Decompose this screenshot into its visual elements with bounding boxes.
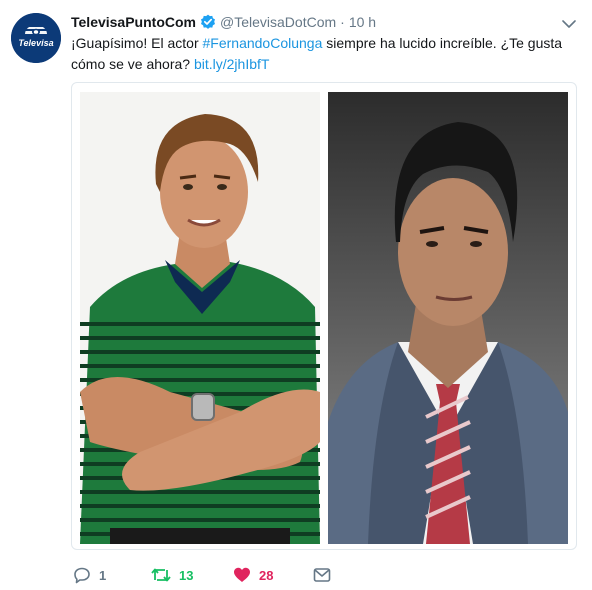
- url-link[interactable]: bit.ly/2jhIbfT: [194, 56, 269, 72]
- tweet-header: TelevisaPuntoCom @TelevisaDotCom · 10 h: [71, 13, 376, 31]
- tweet-text-part1: ¡Guapísimo! El actor: [71, 35, 203, 51]
- author-handle[interactable]: @TelevisaDotCom: [220, 14, 336, 30]
- then-photo[interactable]: [80, 92, 320, 544]
- verified-badge-icon: [200, 14, 216, 30]
- tweet-media[interactable]: [71, 82, 577, 550]
- tweet-card: Televisa TelevisaPuntoCom @TelevisaDotCo…: [0, 0, 592, 590]
- separator-dot: ·: [340, 14, 345, 30]
- reply-count: 1: [99, 567, 107, 583]
- svg-text:Televisa: Televisa: [18, 38, 53, 48]
- heart-icon: [234, 567, 250, 582]
- hashtag-link[interactable]: #FernandoColunga: [203, 35, 323, 51]
- avatar[interactable]: Televisa: [11, 13, 61, 63]
- retweet-icon: [151, 568, 171, 582]
- televisa-logo: Televisa: [11, 13, 61, 63]
- tweet-actions: 1 13 28: [71, 565, 371, 585]
- direct-message-button[interactable]: [313, 565, 331, 585]
- reply-button[interactable]: 1: [73, 565, 106, 585]
- retweet-button[interactable]: 13: [151, 565, 193, 585]
- chevron-down-icon[interactable]: [562, 16, 576, 28]
- like-count: 28: [259, 567, 274, 583]
- reply-icon: [74, 567, 90, 584]
- now-photo[interactable]: [328, 92, 568, 544]
- retweet-count: 13: [179, 567, 194, 583]
- tweet-timestamp[interactable]: 10 h: [349, 14, 376, 30]
- author-name[interactable]: TelevisaPuntoCom: [71, 14, 196, 30]
- message-icon: [313, 568, 331, 582]
- like-button[interactable]: 28: [233, 565, 273, 585]
- tweet-text: ¡Guapísimo! El actor #FernandoColunga si…: [71, 33, 571, 75]
